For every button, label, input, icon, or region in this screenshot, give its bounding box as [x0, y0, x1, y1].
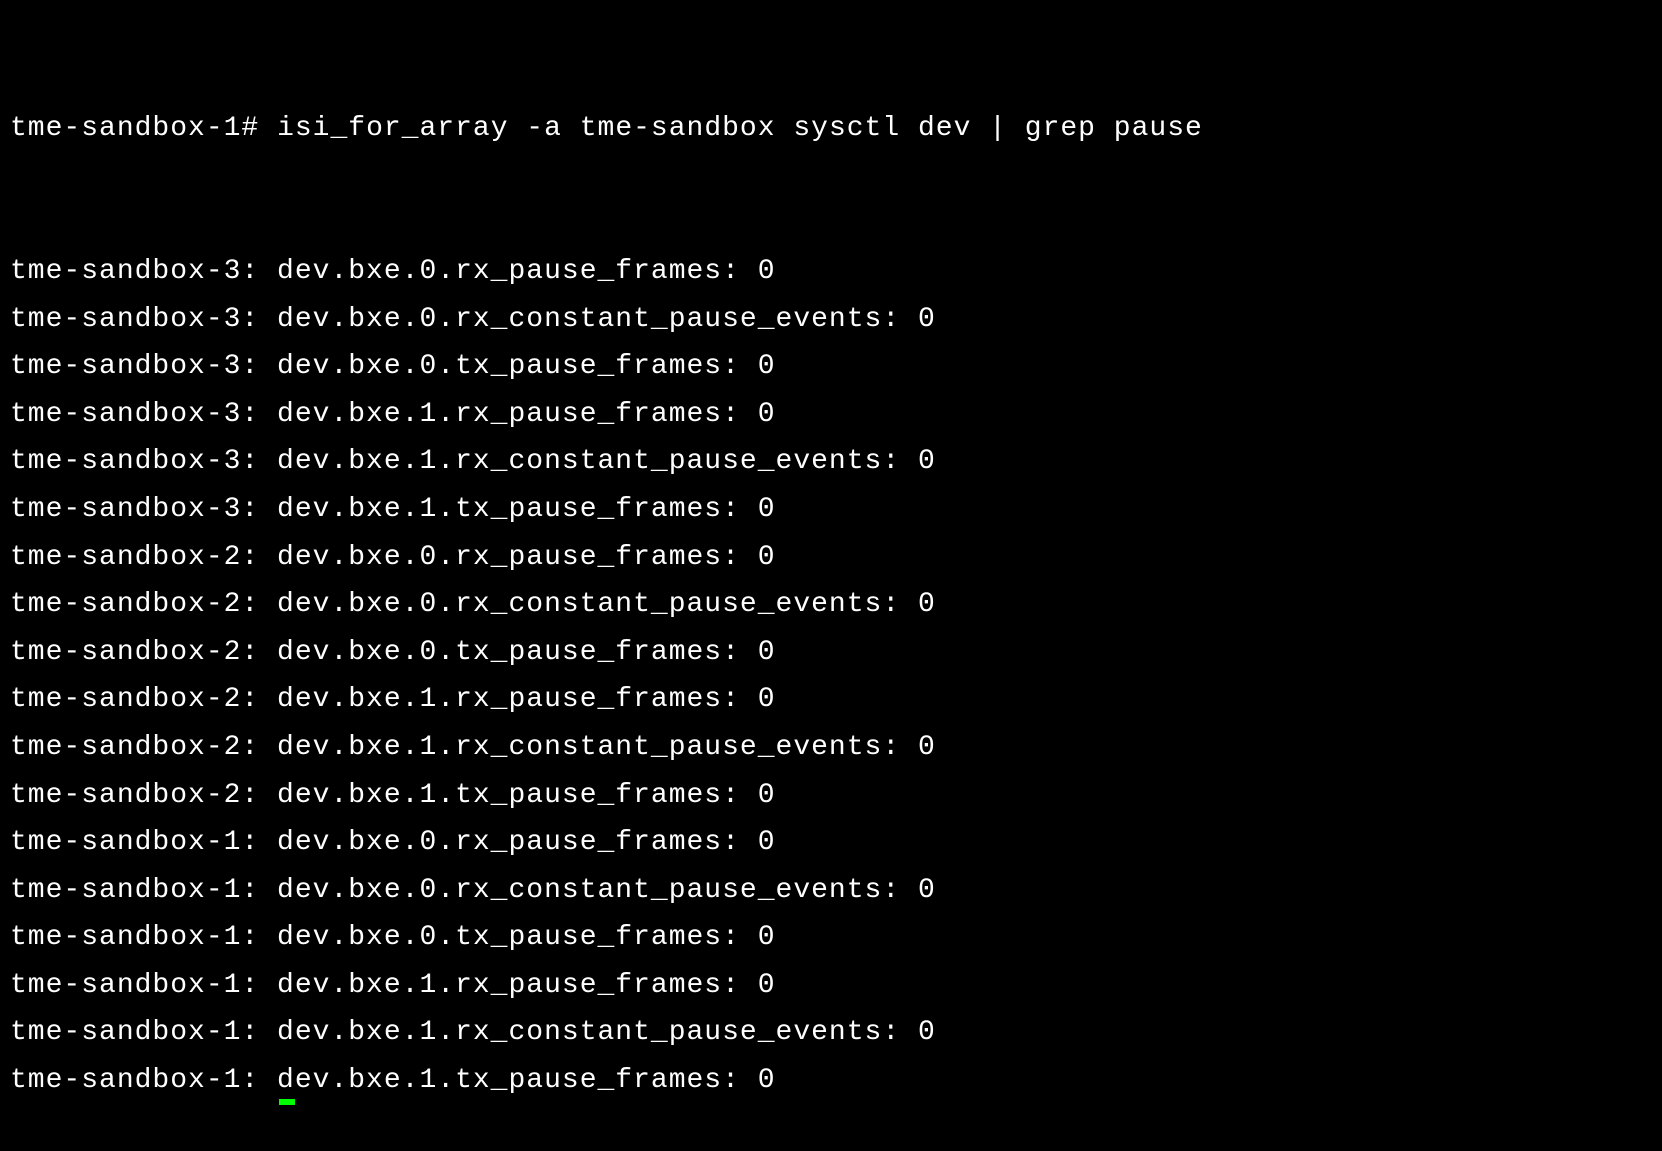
output-line: tme-sandbox-3: dev.bxe.0.rx_constant_pau…	[10, 296, 1652, 344]
output-line: tme-sandbox-3: dev.bxe.1.tx_pause_frames…	[10, 486, 1652, 534]
output-line: tme-sandbox-3: dev.bxe.0.rx_pause_frames…	[10, 248, 1652, 296]
output-line: tme-sandbox-1: dev.bxe.0.rx_constant_pau…	[10, 867, 1652, 915]
output-lines: tme-sandbox-3: dev.bxe.0.rx_pause_frames…	[10, 248, 1652, 1103]
output-line: tme-sandbox-1: dev.bxe.0.rx_pause_frames…	[10, 819, 1652, 867]
output-line: tme-sandbox-1: dev.bxe.1.rx_pause_frames…	[10, 962, 1652, 1010]
cursor-icon	[279, 1099, 295, 1105]
command-line: tme-sandbox-1# isi_for_array -a tme-sand…	[10, 105, 1652, 153]
terminal-output[interactable]: tme-sandbox-1# isi_for_array -a tme-sand…	[10, 10, 1652, 1151]
output-line: tme-sandbox-2: dev.bxe.1.rx_pause_frames…	[10, 676, 1652, 724]
output-line: tme-sandbox-2: dev.bxe.0.tx_pause_frames…	[10, 629, 1652, 677]
output-line: tme-sandbox-3: dev.bxe.1.rx_constant_pau…	[10, 438, 1652, 486]
output-line: tme-sandbox-1: dev.bxe.0.tx_pause_frames…	[10, 914, 1652, 962]
command-text: isi_for_array -a tme-sandbox sysctl dev …	[277, 113, 1203, 144]
output-line: tme-sandbox-2: dev.bxe.1.tx_pause_frames…	[10, 772, 1652, 820]
output-line: tme-sandbox-2: dev.bxe.0.rx_constant_pau…	[10, 581, 1652, 629]
cursor-line	[10, 1095, 1652, 1103]
output-line: tme-sandbox-3: dev.bxe.0.tx_pause_frames…	[10, 343, 1652, 391]
output-line: tme-sandbox-2: dev.bxe.1.rx_constant_pau…	[10, 724, 1652, 772]
output-line: tme-sandbox-3: dev.bxe.1.rx_pause_frames…	[10, 391, 1652, 439]
shell-prompt: tme-sandbox-1#	[10, 113, 259, 144]
output-line: tme-sandbox-1: dev.bxe.1.rx_constant_pau…	[10, 1009, 1652, 1057]
output-line: tme-sandbox-2: dev.bxe.0.rx_pause_frames…	[10, 534, 1652, 582]
